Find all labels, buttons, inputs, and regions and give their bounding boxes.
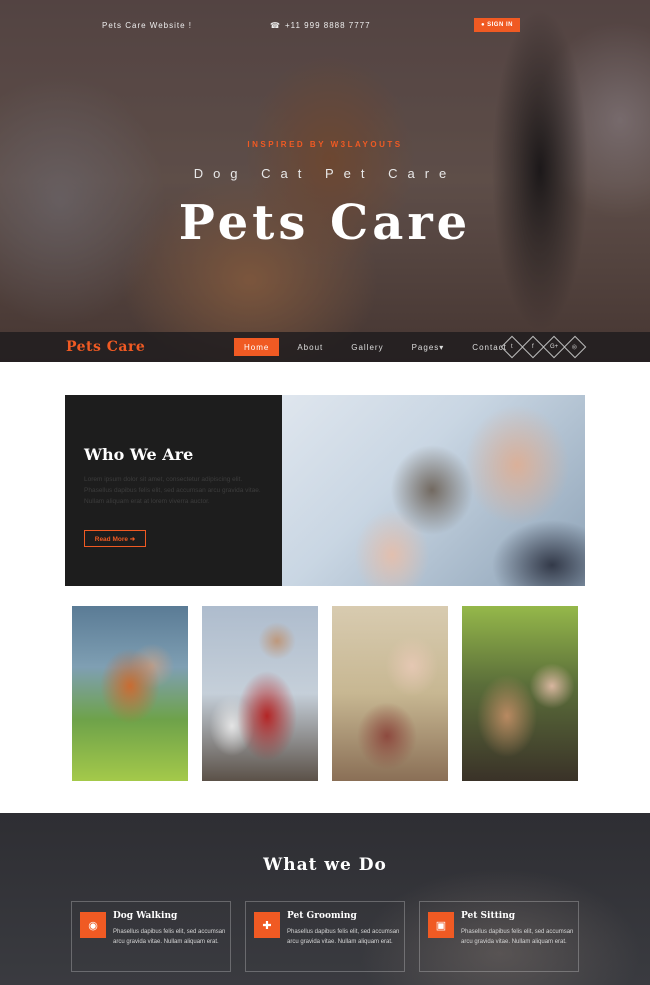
facebook-glyph: f (532, 343, 534, 350)
hero-subtitle: Dog Cat Pet Care (193, 166, 457, 181)
who-we-are-section: Who We Are Lorem ipsum dolor sit amet, c… (65, 395, 585, 586)
social-links: t f G+ ◎ (500, 335, 587, 359)
sign-in-label: SIGN IN (487, 22, 513, 28)
medkit-icon: ▣ (428, 912, 454, 938)
man-with-kitten-photo (282, 395, 585, 586)
user-icon: ● (481, 22, 486, 28)
phone-text: +11 999 8888 7777 (284, 21, 371, 30)
service-title: Pet Grooming (287, 911, 357, 921)
google-plus-icon[interactable]: G+ (542, 335, 566, 359)
phone-number: ☎ +11 999 8888 7777 (270, 21, 371, 30)
twitter-icon[interactable]: t (500, 335, 524, 359)
hero-banner: Pets Care Website ! ☎ +11 999 8888 7777 ●… (0, 0, 650, 362)
service-title: Pet Sitting (461, 911, 516, 921)
dribbble-glyph: ◎ (572, 344, 578, 351)
google-plus-glyph: G+ (549, 343, 559, 350)
who-we-are-title: Who We Are (84, 445, 194, 464)
service-text: Phasellus dapibus felis elit, sed accums… (287, 929, 400, 945)
service-card-pet-grooming[interactable]: ✚ Pet Grooming Phasellus dapibus felis e… (245, 901, 405, 972)
eye-icon: ◉ (80, 912, 106, 938)
nav-item-gallery[interactable]: Gallery (341, 338, 393, 356)
service-text: Phasellus dapibus felis elit, sed accums… (113, 929, 226, 945)
service-title: Dog Walking (113, 911, 178, 921)
logo[interactable]: Pets Care (66, 339, 145, 355)
what-we-do-section: What we Do ◉ Dog Walking Phasellus dapib… (0, 813, 650, 985)
hero-tagline: INSPIRED BY W3LAYOUTS (247, 140, 403, 149)
gallery-photo-woman-mastiff[interactable] (462, 606, 578, 781)
facebook-icon[interactable]: f (521, 335, 545, 359)
hero-title: Pets Care (178, 195, 472, 251)
gallery-photo-woman-shar-pei[interactable] (332, 606, 448, 781)
ambulance-icon: ✚ (254, 912, 280, 938)
nav-item-home[interactable]: Home (234, 338, 280, 356)
dribbble-icon[interactable]: ◎ (563, 335, 587, 359)
sign-in-button[interactable]: ● SIGN IN (474, 18, 520, 32)
nav-item-about[interactable]: About (287, 338, 333, 356)
main-navigation: Pets Care Home About Gallery Pages▾ Cont… (0, 332, 650, 362)
nav-item-pages[interactable]: Pages▾ (402, 338, 455, 356)
service-card-pet-sitting[interactable]: ▣ Pet Sitting Phasellus dapibus felis el… (419, 901, 579, 972)
site-name-link[interactable]: Pets Care Website ! (102, 21, 192, 30)
gallery-photo-woman-puppy[interactable] (72, 606, 188, 781)
service-text: Phasellus dapibus felis elit, sed accums… (461, 929, 574, 945)
read-more-button[interactable]: Read More ➜ (84, 530, 146, 547)
who-we-are-panel: Who We Are Lorem ipsum dolor sit amet, c… (65, 395, 282, 586)
twitter-glyph: t (511, 343, 513, 350)
service-card-dog-walking[interactable]: ◉ Dog Walking Phasellus dapibus felis el… (71, 901, 231, 972)
services-title: What we Do (263, 855, 387, 875)
gallery-photo-man-husky[interactable] (202, 606, 318, 781)
who-we-are-text: Lorem ipsum dolor sit amet, consectetur … (84, 476, 261, 505)
phone-icon: ☎ (270, 21, 281, 30)
nav-menu: Home About Gallery Pages▾ Contact (234, 338, 525, 356)
top-bar: Pets Care Website ! ☎ +11 999 8888 7777 ●… (0, 18, 650, 34)
